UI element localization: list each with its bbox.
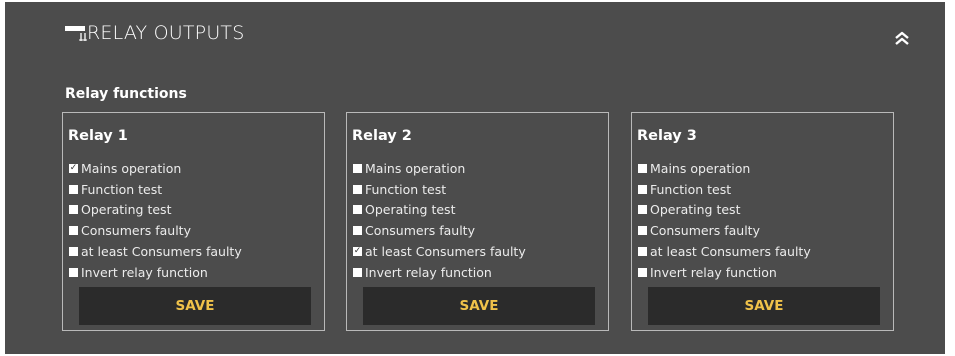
relay-card-title: Relay 2 [352, 128, 412, 144]
relay-option[interactable]: Consumers faulty [353, 220, 526, 241]
relay-option[interactable]: Operating test [353, 200, 526, 221]
relay-option[interactable]: Mains operation [353, 158, 526, 179]
option-label: Operating test [365, 202, 456, 218]
option-label: Function test [650, 181, 732, 197]
checkbox[interactable] [638, 247, 647, 257]
relay-option[interactable]: Operating test [69, 200, 242, 221]
checkbox[interactable] [69, 226, 78, 236]
option-label: Mains operation [365, 160, 466, 176]
relay-card-title: Relay 1 [68, 128, 128, 144]
option-label: Operating test [81, 202, 172, 218]
relay-option[interactable]: Operating test [638, 200, 811, 221]
option-label: Consumers faulty [365, 223, 475, 239]
option-label: Consumers faulty [81, 223, 191, 239]
option-label: at least Consumers faulty [81, 244, 242, 260]
option-label: Operating test [650, 202, 741, 218]
relay-card-3: Relay 3 Mains operation Function test Op… [631, 112, 894, 331]
checkbox[interactable] [638, 205, 647, 215]
relay-option[interactable]: Mains operation [638, 158, 811, 179]
checkbox[interactable] [353, 267, 362, 277]
checkbox[interactable] [353, 226, 362, 236]
relay-option[interactable]: at least Consumers faulty [69, 241, 242, 262]
checkbox[interactable] [353, 163, 362, 173]
checkbox[interactable] [638, 267, 647, 277]
panel-title: RELAY OUTPUTS [87, 22, 245, 44]
relay-card-1: Relay 1 ✓ Mains operation Function test O… [62, 112, 325, 331]
relay-options-list: ✓ Mains operation Function test Operating… [69, 158, 242, 283]
save-button[interactable]: SAVE [79, 287, 311, 325]
option-label: Function test [365, 181, 447, 197]
option-label: Mains operation [650, 160, 751, 176]
checkbox[interactable] [638, 184, 647, 194]
relay-card-2: Relay 2 Mains operation Function test Op… [346, 112, 609, 331]
relay-option[interactable]: Consumers faulty [638, 220, 811, 241]
relay-option[interactable]: Consumers faulty [69, 220, 242, 241]
checkbox[interactable] [638, 226, 647, 236]
relay-option[interactable]: Function test [353, 179, 526, 200]
relay-card-title: Relay 3 [637, 128, 697, 144]
option-label: Invert relay function [81, 264, 208, 280]
checkbox[interactable] [353, 205, 362, 215]
checked-checkbox[interactable]: ✓ [69, 163, 78, 173]
relay-option[interactable]: Invert relay function [69, 262, 242, 283]
relay-option[interactable]: Function test [638, 179, 811, 200]
option-label: Mains operation [81, 160, 182, 176]
relay-outputs-panel: RELAY OUTPUTS Relay functions Relay 1 ✓ M… [5, 2, 945, 354]
save-button[interactable]: SAVE [648, 287, 880, 325]
option-label: at least Consumers faulty [365, 244, 526, 260]
checkbox[interactable] [69, 247, 78, 257]
save-button[interactable]: SAVE [363, 287, 595, 325]
relay-option[interactable]: Function test [69, 179, 242, 200]
checkbox[interactable] [69, 267, 78, 277]
option-label: Invert relay function [650, 264, 777, 280]
checkbox[interactable] [638, 163, 647, 173]
double-chevron-up-icon[interactable] [887, 26, 917, 50]
relay-options-list: Mains operation Function test Operating … [638, 158, 811, 283]
checkbox[interactable] [69, 184, 78, 194]
relay-option[interactable]: ✓ Mains operation [69, 158, 242, 179]
relay-option[interactable]: Invert relay function [353, 262, 526, 283]
checked-checkbox[interactable]: ✓ [353, 247, 362, 257]
relay-option[interactable]: Invert relay function [638, 262, 811, 283]
option-label: Invert relay function [365, 264, 492, 280]
checkbox[interactable] [353, 184, 362, 194]
section-title: Relay functions [65, 86, 187, 102]
checkbox[interactable] [69, 205, 78, 215]
relay-options-list: Mains operation Function test Operating … [353, 158, 526, 283]
relay-option[interactable]: ✓ at least Consumers faulty [353, 241, 526, 262]
relay-option[interactable]: at least Consumers faulty [638, 241, 811, 262]
option-label: Consumers faulty [650, 223, 760, 239]
option-label: at least Consumers faulty [650, 244, 811, 260]
option-label: Function test [81, 181, 163, 197]
